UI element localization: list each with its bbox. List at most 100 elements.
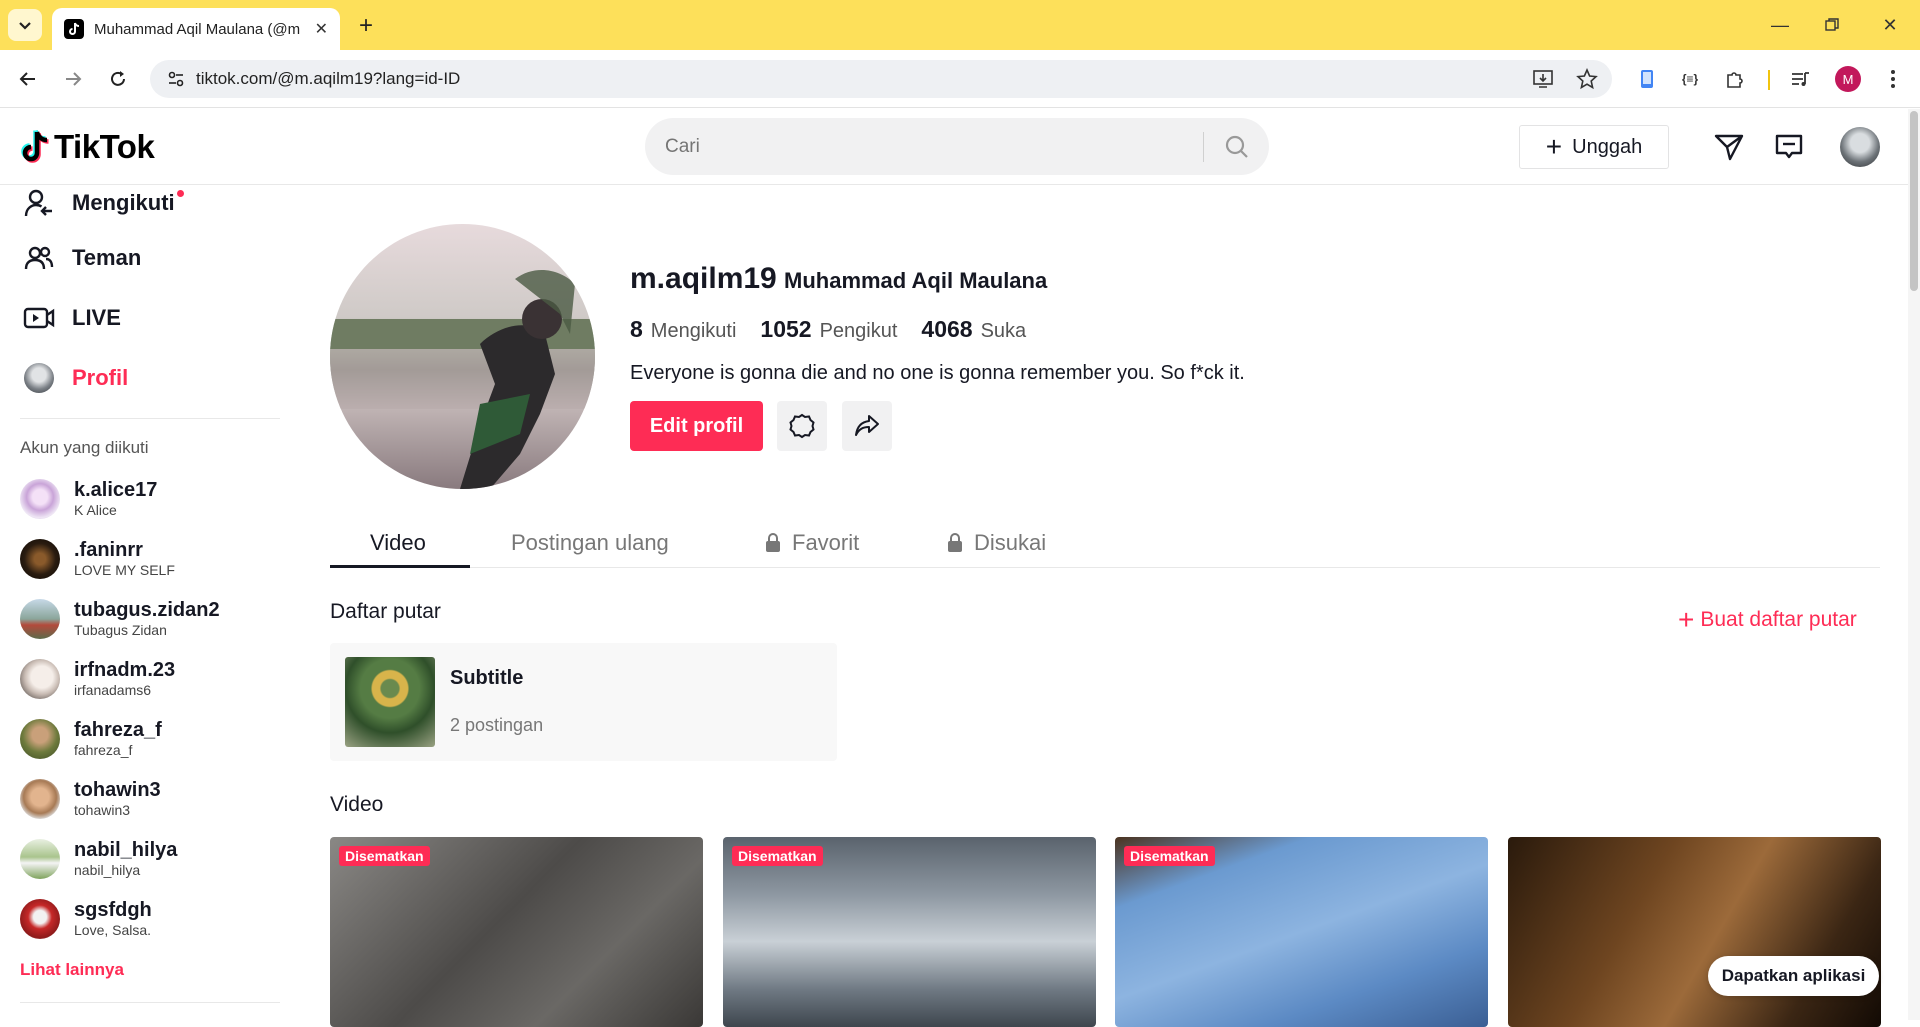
create-playlist-label: Buat daftar putar [1700, 608, 1857, 631]
bookmark-star-icon[interactable] [1576, 68, 1598, 90]
tab-title: Muhammad Aqil Maulana (@m [94, 20, 301, 38]
playlist-title: Subtitle [450, 667, 524, 689]
account-avatar [20, 899, 60, 939]
stat-likes: 4068 Suka [921, 316, 1026, 343]
stat-label: Mengikuti [650, 320, 737, 342]
following-account-item[interactable]: .faninrr LOVE MY SELF [20, 539, 175, 579]
search-button[interactable] [1215, 130, 1259, 164]
video-card[interactable]: Disematkan [330, 837, 703, 1027]
extension-phone-icon[interactable] [1632, 64, 1662, 94]
playlists-heading: Daftar putar [330, 600, 441, 623]
extensions-puzzle-icon[interactable] [1720, 64, 1750, 94]
sidebar-divider [20, 418, 280, 419]
stat-value: 1052 [760, 316, 812, 342]
lock-icon [766, 533, 780, 552]
pinned-badge: Disematkan [339, 846, 430, 866]
account-username: irfnadm.23 [74, 659, 176, 681]
sidebar-item-label: Mengikuti [72, 190, 175, 215]
plus-icon: + [1678, 604, 1695, 635]
page-scrollbar[interactable] [1908, 109, 1920, 1020]
following-account-item[interactable]: sgsfdgh Love, Salsa. [20, 899, 152, 939]
back-button[interactable] [13, 64, 43, 94]
see-more-link[interactable]: Lihat lainnya [20, 960, 124, 980]
search-input[interactable] [665, 135, 1185, 158]
account-avatar [20, 539, 60, 579]
sidebar-item-friends[interactable]: Teman [22, 241, 141, 275]
edit-profile-button[interactable]: Edit profil [630, 401, 763, 451]
site-info-icon[interactable] [156, 70, 196, 88]
account-display-name: fahreza_f [74, 742, 133, 758]
tiktok-logo[interactable]: TikTok [20, 128, 155, 166]
browser-profile-button[interactable]: M [1833, 64, 1863, 94]
sidebar-item-label: Profil [72, 365, 129, 390]
create-playlist-button[interactable]: + Buat daftar putar [1678, 604, 1857, 635]
upload-button[interactable]: + Unggah [1519, 125, 1669, 169]
sidebar-divider [20, 1002, 280, 1003]
following-account-item[interactable]: nabil_hilya nabil_hilya [20, 839, 177, 879]
playlist-card[interactable]: Subtitle 2 postingan [330, 643, 837, 761]
logo-text: TikTok [54, 128, 155, 165]
close-window-button[interactable]: ✕ [1870, 10, 1910, 40]
sidebar: Mengikuti Teman LIVE Profil Akun yang di… [0, 186, 290, 1020]
address-bar[interactable]: tiktok.com/@m.aqilm19?lang=id-ID [150, 60, 1612, 98]
stat-followers[interactable]: 1052 Pengikut [760, 316, 897, 343]
friends-icon [22, 241, 56, 275]
tab-search-button[interactable] [8, 9, 42, 41]
following-account-item[interactable]: k.alice17 K Alice [20, 479, 157, 519]
sidebar-item-label: LIVE [72, 305, 121, 330]
following-account-item[interactable]: tohawin3 tohawin3 [20, 779, 161, 819]
sidebar-item-label: Teman [72, 245, 142, 270]
stat-value: 8 [630, 316, 643, 342]
browser-tab-strip: Muhammad Aqil Maulana (@m ✕ + — ✕ [0, 0, 1920, 50]
following-account-item[interactable]: tubagus.zidan2 Tubagus Zidan [20, 599, 220, 639]
account-username: sgsfdgh [74, 899, 152, 921]
account-avatar [20, 719, 60, 759]
tab-videos[interactable]: Video [370, 518, 426, 568]
extension-json-icon[interactable]: {≡} [1675, 64, 1705, 94]
following-account-item[interactable]: fahreza_f fahreza_f [20, 719, 162, 759]
account-avatar [20, 839, 60, 879]
install-app-icon[interactable] [1532, 68, 1554, 90]
account-display-name: tohawin3 [74, 802, 131, 818]
profile-fullname: Muhammad Aqil Maulana [784, 268, 1048, 293]
get-app-button[interactable]: Dapatkan aplikasi [1708, 956, 1879, 996]
messages-button[interactable] [1712, 130, 1746, 164]
video-card[interactable]: Disematkan [1115, 837, 1488, 1027]
account-username: nabil_hilya [74, 839, 178, 861]
account-display-name: K Alice [74, 502, 117, 518]
browser-menu-icon[interactable] [1878, 64, 1908, 94]
sidebar-item-live[interactable]: LIVE [22, 301, 121, 335]
sidebar-item-profile[interactable]: Profil [22, 361, 128, 395]
profile-initial: M [1835, 66, 1861, 92]
share-profile-button[interactable] [842, 401, 892, 451]
new-tab-button[interactable]: + [352, 12, 380, 40]
restore-window-button[interactable] [1812, 10, 1852, 40]
media-control-icon[interactable] [1785, 64, 1815, 94]
user-avatar-button[interactable] [1840, 127, 1880, 167]
browser-tab-active[interactable]: Muhammad Aqil Maulana (@m ✕ [52, 8, 340, 50]
tab-liked[interactable]: Disukai [946, 518, 1046, 568]
stat-value: 4068 [921, 316, 973, 342]
scrollbar-thumb[interactable] [1910, 111, 1918, 291]
live-icon [22, 301, 56, 335]
search-divider [1203, 132, 1204, 162]
sidebar-item-following[interactable]: Mengikuti [22, 186, 198, 220]
video-card[interactable] [1508, 837, 1881, 1027]
reload-button[interactable] [103, 64, 133, 94]
chevron-down-icon [19, 22, 31, 30]
inbox-button[interactable] [1772, 130, 1806, 164]
following-account-item[interactable]: irfnadm.23 irfanadams6 [20, 659, 175, 699]
video-card[interactable]: Disematkan [723, 837, 1096, 1027]
tab-reposts[interactable]: Postingan ulang [511, 518, 669, 568]
tab-close-icon[interactable]: ✕ [315, 19, 328, 39]
minimize-window-button[interactable]: — [1760, 10, 1800, 40]
stat-label: Pengikut [819, 320, 898, 342]
account-display-name: Tubagus Zidan [74, 622, 167, 638]
settings-button[interactable] [777, 401, 827, 451]
pinned-badge: Disematkan [1124, 846, 1215, 866]
stat-following[interactable]: 8 Mengikuti [630, 316, 736, 343]
tab-favorites[interactable]: Favorit [764, 518, 859, 568]
account-username: tubagus.zidan2 [74, 599, 220, 621]
tiktok-favicon-icon [64, 19, 84, 39]
forward-button[interactable] [58, 64, 88, 94]
